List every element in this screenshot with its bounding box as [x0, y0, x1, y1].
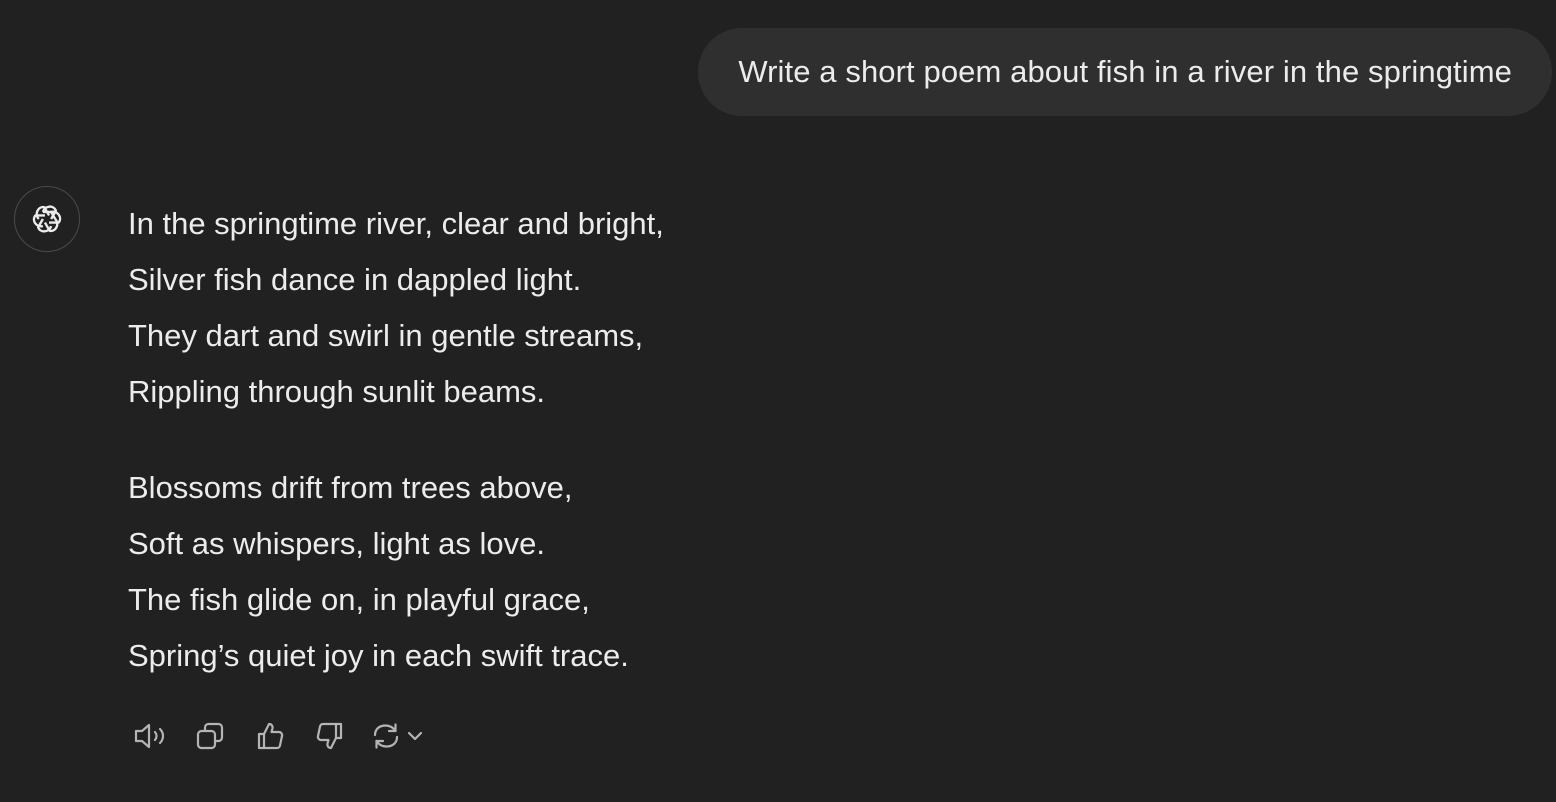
thumbs-down-icon	[316, 722, 343, 750]
poem-line: Soft as whispers, light as love.	[128, 526, 545, 561]
message-actions	[128, 714, 434, 758]
read-aloud-button[interactable]	[128, 714, 172, 758]
poem-stanza-1: In the springtime river, clear and brigh…	[128, 196, 1028, 420]
regenerate-button[interactable]	[368, 714, 434, 758]
poem-line: The fish glide on, in playful grace,	[128, 582, 590, 617]
chevron-down-icon	[407, 731, 423, 741]
poem-stanza-2: Blossoms drift from trees above, Soft as…	[128, 460, 1028, 684]
poem-line: Silver fish dance in dappled light.	[128, 262, 582, 297]
poem-line: They dart and swirl in gentle streams,	[128, 318, 644, 353]
copy-button[interactable]	[188, 714, 232, 758]
poem-line: Spring’s quiet joy in each swift trace.	[128, 638, 629, 673]
copy-icon	[196, 722, 224, 750]
assistant-avatar	[14, 186, 80, 252]
user-message-text: Write a short poem about fish in a river…	[738, 54, 1512, 89]
speaker-icon	[134, 723, 165, 749]
assistant-response: In the springtime river, clear and brigh…	[128, 196, 1028, 684]
bad-response-button[interactable]	[308, 714, 352, 758]
good-response-button[interactable]	[248, 714, 292, 758]
user-message-bubble: Write a short poem about fish in a river…	[698, 28, 1552, 116]
poem-line: In the springtime river, clear and brigh…	[128, 206, 664, 241]
thumbs-up-icon	[257, 722, 284, 750]
poem-line: Rippling through sunlit beams.	[128, 374, 546, 409]
poem-line: Blossoms drift from trees above,	[128, 470, 573, 505]
regenerate-icon	[373, 723, 399, 749]
openai-logo-icon	[32, 205, 62, 233]
